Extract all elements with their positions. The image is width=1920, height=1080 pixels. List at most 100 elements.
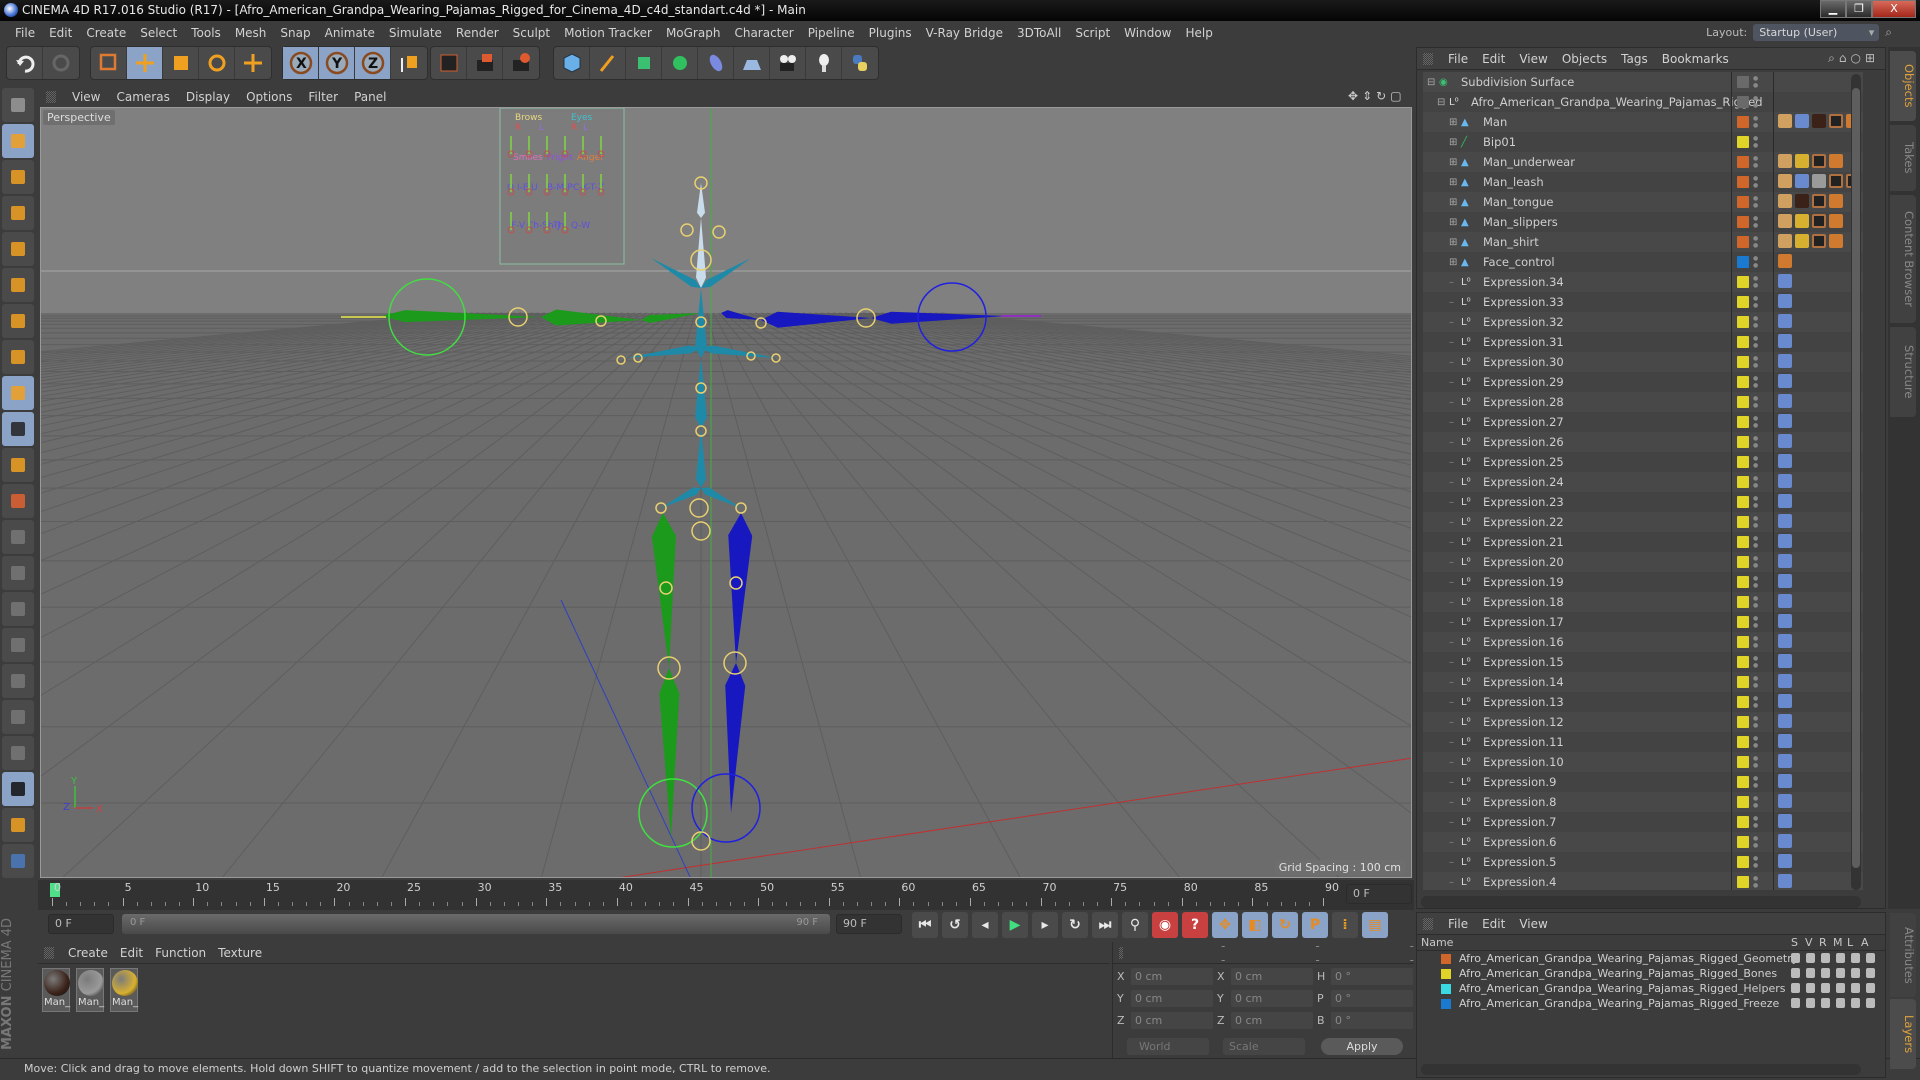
object-name[interactable]: Bip01 <box>1483 135 1516 149</box>
object-name[interactable]: Expression.27 <box>1483 415 1564 429</box>
frame-range-slider[interactable]: 0 F 90 F <box>122 914 830 934</box>
object-row[interactable]: ⊟ ◉ Subdivision Surface ● ● <box>1423 72 1863 92</box>
layer-color-swatch[interactable] <box>1737 396 1749 408</box>
object-row[interactable]: – L⁰ Expression.25 ● ● <box>1423 452 1863 472</box>
key-scale-icon[interactable]: ◧ <box>1242 912 1268 938</box>
object-row[interactable]: – L⁰ Expression.10 ● ● <box>1423 752 1863 772</box>
play-icon[interactable]: ▶ <box>1002 912 1028 938</box>
lock-workplane-icon[interactable] <box>2 772 34 806</box>
layer-color-swatch[interactable] <box>1737 696 1749 708</box>
xpresso-tag-icon[interactable] <box>1778 754 1792 768</box>
menu-tools[interactable]: Tools <box>184 26 228 40</box>
apply-button[interactable]: Apply <box>1321 1038 1403 1055</box>
object-row[interactable]: – L⁰ Expression.17 ● ● <box>1423 612 1863 632</box>
layer-visible-toggle-icon[interactable] <box>1806 953 1815 963</box>
viewport-menu-cameras[interactable]: Cameras <box>108 90 177 104</box>
expand-toggle-icon[interactable]: ⊞ <box>1449 257 1461 268</box>
go-start-icon[interactable]: ⏮ <box>912 912 938 938</box>
object-name[interactable]: Expression.26 <box>1483 435 1564 449</box>
object-name[interactable]: Expression.18 <box>1483 595 1564 609</box>
expand-toggle-icon[interactable]: ⊞ <box>1449 117 1461 128</box>
object-row[interactable]: ⊞ ▲ Man ● ● <box>1423 112 1863 132</box>
redo-icon[interactable] <box>43 47 79 79</box>
layer-color-swatch[interactable] <box>1737 76 1749 88</box>
menu-plugins[interactable]: Plugins <box>862 26 919 40</box>
menu-mograph[interactable]: MoGraph <box>659 26 728 40</box>
panel-grip[interactable] <box>46 90 56 103</box>
object-name[interactable]: Expression.16 <box>1483 635 1564 649</box>
layer-color-swatch[interactable] <box>1737 676 1749 688</box>
expand-toggle-icon[interactable]: ⊞ <box>1449 177 1461 188</box>
layer-manager-toggle-icon[interactable] <box>1836 968 1845 978</box>
object-row[interactable]: – L⁰ Expression.28 ● ● <box>1423 392 1863 412</box>
expand-toggle-icon[interactable]: ⊞ <box>1449 217 1461 228</box>
layer-color-swatch[interactable] <box>1737 376 1749 388</box>
object-manager-horizontal-scrollbar[interactable] <box>1421 896 1861 908</box>
object-name[interactable]: Expression.20 <box>1483 555 1564 569</box>
om-menu-view[interactable]: View <box>1512 52 1554 66</box>
viewport-canvas[interactable]: BrowsEyesRLRLSmilesFrightAngerOI-EUB-M-P… <box>41 108 1412 878</box>
visibility-dots[interactable]: ● ● <box>1753 355 1759 369</box>
skin-tag-icon[interactable] <box>1795 114 1809 128</box>
coord-value-field[interactable]: 0 cm <box>1231 968 1313 985</box>
object-row[interactable]: – L⁰ Expression.4 ● ● <box>1423 872 1863 890</box>
object-row[interactable]: – L⁰ Expression.27 ● ● <box>1423 412 1863 432</box>
visibility-dots[interactable]: ● ● <box>1753 495 1759 509</box>
menu-window[interactable]: Window <box>1117 26 1178 40</box>
layer-horizontal-scrollbar[interactable] <box>1421 1064 1861 1075</box>
layer-column-s[interactable]: S <box>1791 936 1798 949</box>
menu-simulate[interactable]: Simulate <box>382 26 449 40</box>
object-row[interactable]: – L⁰ Expression.32 ● ● <box>1423 312 1863 332</box>
menu-help[interactable]: Help <box>1178 26 1219 40</box>
om-menu-tags[interactable]: Tags <box>1614 52 1655 66</box>
object-row[interactable]: ⊟ L⁰ Afro_American_Grandpa_Wearing_Pajamas… <box>1423 92 1863 112</box>
object-row[interactable]: – L⁰ Expression.20 ● ● <box>1423 552 1863 572</box>
key-pla-icon[interactable]: ⁞ <box>1332 912 1358 938</box>
menu-create[interactable]: Create <box>79 26 133 40</box>
visibility-dots[interactable]: ● ● <box>1753 675 1759 689</box>
mat-dark-tag-icon[interactable] <box>1795 194 1809 208</box>
object-name[interactable]: Face_control <box>1483 255 1555 269</box>
layer-name[interactable]: Afro_American_Grandpa_Wearing_Pajamas_Ri… <box>1459 952 1798 965</box>
menu-file[interactable]: File <box>8 26 42 40</box>
weight-icon[interactable] <box>2 700 34 734</box>
layer-color-swatch[interactable] <box>1737 796 1749 808</box>
object-name[interactable]: Expression.8 <box>1483 795 1556 809</box>
search-icon[interactable]: ⌕ <box>1885 25 1892 40</box>
visibility-dots[interactable]: ● ● <box>1753 195 1759 209</box>
go-end-icon[interactable]: ⏭ <box>1092 912 1118 938</box>
coord-value-field[interactable]: 0 cm <box>1231 1012 1313 1029</box>
layer-lock-toggle-icon[interactable] <box>1851 998 1860 1008</box>
layer-column-l[interactable]: L <box>1847 936 1853 949</box>
object-name[interactable]: Man <box>1483 115 1507 129</box>
visibility-dots[interactable]: ● ● <box>1753 635 1759 649</box>
pan-icon[interactable]: ✥ <box>1348 89 1362 103</box>
visibility-dots[interactable]: ● ● <box>1753 735 1759 749</box>
side-tab-attributes[interactable]: Attributes <box>1890 913 1916 997</box>
object-name[interactable]: Expression.10 <box>1483 755 1564 769</box>
material-menu-create[interactable]: Create <box>62 946 114 960</box>
xpresso-tag-icon[interactable] <box>1778 734 1792 748</box>
visibility-dots[interactable]: ● ● <box>1753 535 1759 549</box>
layer-render-toggle-icon[interactable] <box>1821 968 1830 978</box>
xpresso-tag-icon[interactable] <box>1778 594 1792 608</box>
viewport-menu-filter[interactable]: Filter <box>300 90 346 104</box>
object-name[interactable]: Afro_American_Grandpa_Wearing_Pajamas_Ri… <box>1471 95 1763 109</box>
material-thumbnail[interactable]: Man_ <box>110 968 138 1012</box>
snap-icon[interactable] <box>2 448 34 482</box>
render-view-icon[interactable] <box>431 47 467 79</box>
visibility-dots[interactable]: ● ● <box>1753 575 1759 589</box>
make-editable-icon[interactable] <box>2 88 34 122</box>
object-name[interactable]: Expression.4 <box>1483 875 1556 889</box>
coord-value-field[interactable]: 0 cm <box>1231 990 1313 1007</box>
end-frame-field[interactable]: 90 F <box>836 914 902 934</box>
timeline-ruler[interactable]: 0 5 10 15 20 25 30 35 40 45 50 55 60 65 70 75 80 85 90 0 F <box>38 880 1414 910</box>
side-tab-structure[interactable]: Structure <box>1890 327 1916 417</box>
layer-visible-toggle-icon[interactable] <box>1806 968 1815 978</box>
home-icon[interactable]: ⌂ <box>1839 51 1851 65</box>
layer-visible-toggle-icon[interactable] <box>1806 998 1815 1008</box>
menu-snap[interactable]: Snap <box>273 26 317 40</box>
layer-color-swatch[interactable] <box>1737 136 1749 148</box>
layer-color-swatch[interactable] <box>1737 336 1749 348</box>
layer-color-swatch[interactable] <box>1737 296 1749 308</box>
